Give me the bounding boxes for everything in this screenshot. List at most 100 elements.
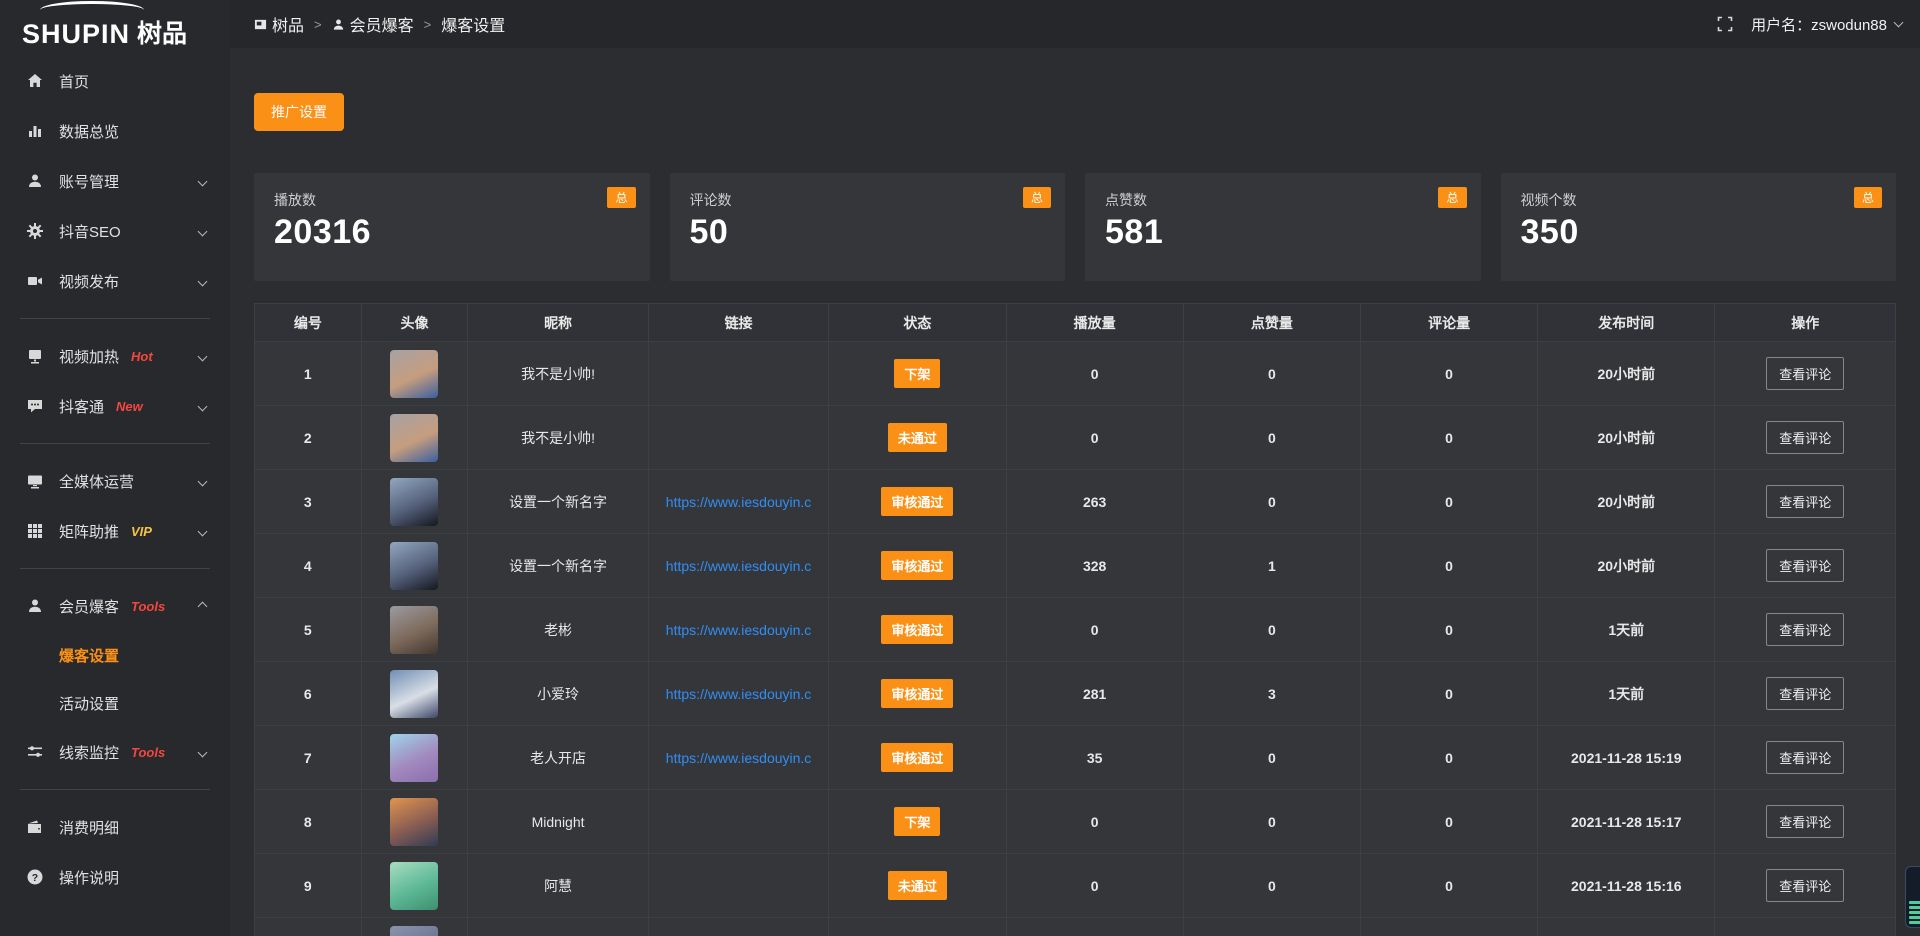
avatar[interactable] — [390, 414, 438, 462]
cell-link: https://www.iesdouyin.c — [648, 534, 829, 598]
view-comments-button[interactable]: 查看评论 — [1766, 485, 1844, 518]
avatar[interactable] — [390, 734, 438, 782]
sidebar-item-label: 消费明细 — [59, 817, 119, 838]
widget-bar — [1909, 911, 1920, 914]
video-link[interactable]: https://www.iesdouyin.c — [666, 494, 812, 510]
col-avatar: 头像 — [361, 304, 468, 342]
col-actions: 操作 — [1715, 304, 1896, 342]
cell-actions: 查看评论 — [1715, 470, 1896, 534]
view-comments-button[interactable]: 查看评论 — [1766, 613, 1844, 646]
view-comments-button[interactable]: 查看评论 — [1766, 357, 1844, 390]
sidebar-item-omni-media[interactable]: 全媒体运营 — [0, 456, 230, 506]
col-plays: 播放量 — [1006, 304, 1183, 342]
vip-tag: VIP — [131, 524, 152, 539]
avatar[interactable] — [390, 606, 438, 654]
view-comments-button[interactable]: 查看评论 — [1766, 869, 1844, 902]
sidebar-item-label: 操作说明 — [59, 867, 119, 888]
logo-text-en: SHUPIN — [22, 19, 130, 50]
cell-nickname: 设置一个新名字 — [468, 534, 649, 598]
sidebar-item-operation-guide[interactable]: ? 操作说明 — [0, 852, 230, 902]
sidebar-item-video-heating[interactable]: 视频加热 Hot — [0, 331, 230, 381]
cell-publish-time: 1天前 — [1538, 662, 1715, 726]
sidebar-item-expense-detail[interactable]: 消费明细 — [0, 802, 230, 852]
sidebar-item-member-baoke[interactable]: 会员爆客 Tools — [0, 581, 230, 631]
cell-publish-time: 20小时前 — [1538, 534, 1715, 598]
promotion-settings-button[interactable]: 推广设置 — [254, 93, 344, 131]
floating-widget[interactable] — [1905, 866, 1920, 928]
sidebar-item-account-management[interactable]: 账号管理 — [0, 156, 230, 206]
cell-likes: 0 — [1183, 726, 1360, 790]
breadcrumb-separator: > — [314, 17, 322, 32]
video-link[interactable]: https://www.iesdouyin.c — [666, 622, 812, 638]
cell-avatar — [361, 662, 468, 726]
cell-link: https://www.iesdouyin.c — [648, 470, 829, 534]
sidebar-item-douketong[interactable]: 抖客通 New — [0, 381, 230, 431]
sidebar-item-matrix-boost[interactable]: 矩阵助推 VIP — [0, 506, 230, 556]
cell-comments: 0 — [1360, 790, 1537, 854]
user-menu[interactable]: 用户名：zswodun88 — [1751, 14, 1902, 35]
sidebar-item-douyin-seo[interactable]: 抖音SEO — [0, 206, 230, 256]
status-badge: 审核通过 — [881, 551, 953, 580]
chevron-down-icon — [198, 747, 208, 757]
video-link[interactable]: https://www.iesdouyin.c — [666, 750, 812, 766]
cell-plays: 0 — [1006, 598, 1183, 662]
cell-publish-time: 2021-11-28 15:19 — [1538, 726, 1715, 790]
logo[interactable]: SHUPIN 树品 — [0, 0, 230, 56]
logo-text-cn: 树品 — [137, 14, 187, 50]
sliders-icon — [26, 743, 44, 761]
cell-status: 未通过 — [829, 406, 1006, 470]
view-comments-button[interactable]: 查看评论 — [1766, 421, 1844, 454]
avatar[interactable] — [390, 478, 438, 526]
avatar[interactable] — [390, 350, 438, 398]
video-link[interactable]: https://www.iesdouyin.c — [666, 686, 812, 702]
cell-id: 6 — [255, 662, 362, 726]
cell-comments: 0 — [1360, 598, 1537, 662]
cell-publish-time: 20小时前 — [1538, 406, 1715, 470]
breadcrumb: 树品 > 会员爆客 > 爆客设置 — [254, 12, 505, 36]
sidebar-item-video-publish[interactable]: 视频发布 — [0, 256, 230, 306]
sidebar: SHUPIN 树品 首页 数据总览 账号管理 抖音SEO 视频发布 — [0, 0, 230, 936]
topbar: 树品 > 会员爆客 > 爆客设置 用户名：zswodun88 — [230, 0, 1920, 48]
breadcrumb-item-baoke-settings[interactable]: 爆客设置 — [441, 12, 505, 36]
avatar[interactable] — [390, 670, 438, 718]
cell-nickname: 老人开店 — [468, 726, 649, 790]
cell-likes: 3 — [1183, 662, 1360, 726]
table-header: 编号 头像 昵称 链接 状态 播放量 点赞量 评论量 发布时间 操作 — [255, 304, 1896, 342]
chevron-down-icon — [198, 476, 208, 486]
cell-plays: 263 — [1006, 470, 1183, 534]
breadcrumb-item-shupin[interactable]: 树品 — [254, 12, 304, 36]
wallet-icon — [26, 818, 44, 836]
sidebar-subitem-baoke-settings[interactable]: 爆客设置 — [0, 631, 230, 679]
view-comments-button[interactable]: 查看评论 — [1766, 805, 1844, 838]
breadcrumb-item-member-baoke[interactable]: 会员爆客 — [332, 12, 414, 36]
avatar[interactable] — [390, 798, 438, 846]
sidebar-item-label: 会员爆客 — [59, 596, 119, 617]
view-comments-button[interactable]: 查看评论 — [1766, 677, 1844, 710]
avatar[interactable] — [390, 926, 438, 936]
table-row: 9 阿慧 未通过 0 0 0 2021-11-28 15:16 查看评论 — [255, 854, 1896, 918]
main-area: 树品 > 会员爆客 > 爆客设置 用户名：zswodun88 推广设置 — [230, 0, 1920, 936]
cell-comments: 0 — [1360, 726, 1537, 790]
view-comments-button[interactable]: 查看评论 — [1766, 741, 1844, 774]
status-badge: 下架 — [894, 359, 940, 388]
avatar[interactable] — [390, 862, 438, 910]
sidebar-item-home[interactable]: 首页 — [0, 56, 230, 106]
home-icon — [26, 72, 44, 90]
avatar[interactable] — [390, 542, 438, 590]
view-comments-button[interactable]: 查看评论 — [1766, 549, 1844, 582]
fullscreen-icon[interactable] — [1717, 16, 1733, 32]
cell-plays: 0 — [1006, 406, 1183, 470]
table-row: 1 我不是小帅! 下架 0 0 0 20小时前 查看评论 — [255, 342, 1896, 406]
cell-likes: 0 — [1183, 598, 1360, 662]
cell-actions: 查看评论 — [1715, 662, 1896, 726]
chevron-down-icon — [198, 351, 208, 361]
sidebar-item-data-overview[interactable]: 数据总览 — [0, 106, 230, 156]
topbar-right: 用户名：zswodun88 — [1717, 14, 1902, 35]
col-id: 编号 — [255, 304, 362, 342]
chevron-down-icon — [198, 276, 208, 286]
cell-likes: 0 — [1183, 790, 1360, 854]
video-link[interactable]: https://www.iesdouyin.c — [666, 558, 812, 574]
col-likes: 点赞量 — [1183, 304, 1360, 342]
sidebar-item-clue-monitor[interactable]: 线索监控 Tools — [0, 727, 230, 777]
sidebar-subitem-activity-settings[interactable]: 活动设置 — [0, 679, 230, 727]
